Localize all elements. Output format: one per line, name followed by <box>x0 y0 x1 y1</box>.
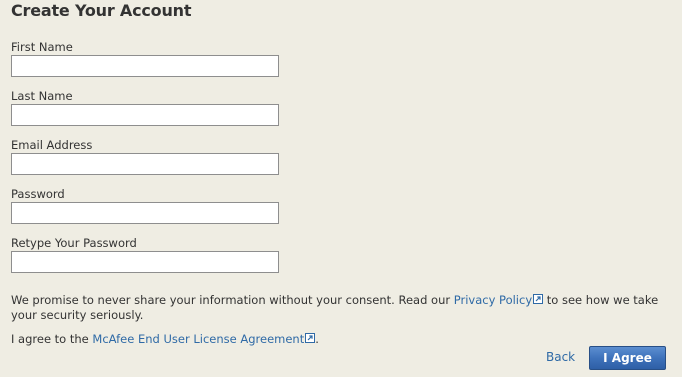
external-link-icon <box>305 333 316 343</box>
agreement-text-before: I agree to the <box>11 332 93 346</box>
password-field[interactable] <box>11 202 279 224</box>
privacy-policy-link[interactable]: Privacy Policy <box>453 293 544 307</box>
last-name-label: Last Name <box>11 89 73 103</box>
agreement-statement: I agree to the McAfee End User License A… <box>11 332 671 347</box>
email-field[interactable] <box>11 153 279 175</box>
email-label: Email Address <box>11 138 93 152</box>
page-title: Create Your Account <box>11 1 192 20</box>
retype-password-field[interactable] <box>11 251 279 273</box>
privacy-text-before: We promise to never share your informati… <box>11 293 454 307</box>
back-link[interactable]: Back <box>546 350 575 364</box>
agreement-text-after: . <box>315 332 319 346</box>
password-label: Password <box>11 187 65 201</box>
first-name-label: First Name <box>11 40 73 54</box>
retype-password-label: Retype Your Password <box>11 236 137 250</box>
eula-link-label: McAfee End User License Agreement <box>92 332 305 346</box>
agree-button[interactable]: I Agree <box>589 346 666 370</box>
eula-link[interactable]: McAfee End User License Agreement <box>92 332 316 346</box>
external-link-icon <box>533 294 544 304</box>
privacy-policy-link-label: Privacy Policy <box>453 293 533 307</box>
privacy-statement: We promise to never share your informati… <box>11 293 671 323</box>
last-name-field[interactable] <box>11 104 279 126</box>
first-name-field[interactable] <box>11 55 279 77</box>
